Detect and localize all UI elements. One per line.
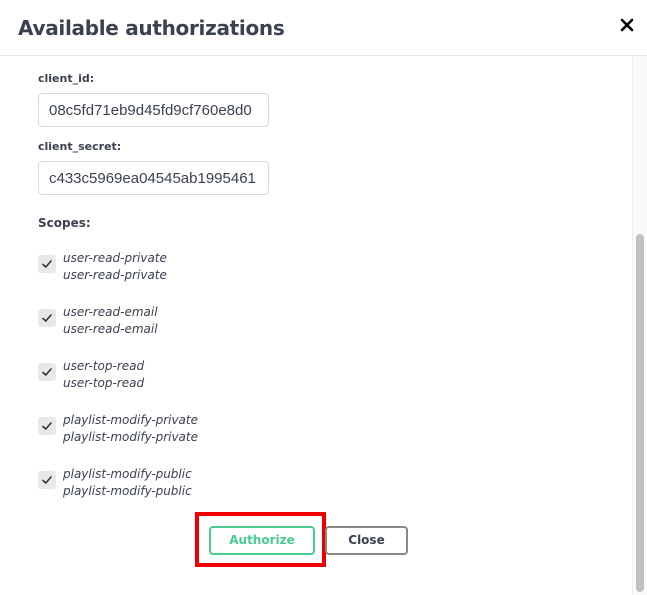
scope-description: user-read-email (63, 322, 158, 336)
scope-item: user-top-read user-top-read (38, 359, 338, 399)
client-secret-input[interactable] (38, 161, 269, 195)
scope-item: playlist-modify-private playlist-modify-… (38, 413, 338, 453)
scope-checkbox[interactable] (38, 309, 56, 327)
scope-item: playlist-modify-public playlist-modify-p… (38, 467, 338, 507)
close-button[interactable]: Close (325, 526, 408, 555)
scope-name: playlist-modify-public (63, 467, 192, 481)
client-secret-label: client_secret: (38, 140, 122, 153)
scope-description: user-read-private (63, 268, 167, 282)
scope-name: user-read-private (63, 251, 167, 265)
scope-checkbox[interactable] (38, 255, 56, 273)
scope-description: user-top-read (63, 376, 145, 390)
client-id-input[interactable] (38, 93, 269, 127)
client-id-label: client_id: (38, 72, 95, 85)
scope-checkbox[interactable] (38, 363, 56, 381)
scope-name: user-top-read (63, 359, 145, 373)
scope-name: user-read-email (63, 305, 158, 319)
scope-description: playlist-modify-private (63, 430, 198, 444)
check-icon (42, 476, 52, 485)
scope-item: user-read-private user-read-private (38, 251, 338, 291)
scope-item: user-read-email user-read-email (38, 305, 338, 345)
scopes-title: Scopes: (38, 216, 91, 230)
scope-description: playlist-modify-public (63, 484, 192, 498)
check-icon (42, 422, 52, 431)
dialog-header: Available authorizations (0, 0, 647, 56)
close-icon[interactable] (616, 14, 638, 36)
check-icon (42, 368, 52, 377)
authorize-button[interactable]: Authorize (209, 526, 315, 555)
check-icon (42, 260, 52, 269)
scope-checkbox[interactable] (38, 417, 56, 435)
dialog-body: client_id: client_secret: Scopes: user-r… (0, 56, 632, 595)
scope-checkbox[interactable] (38, 471, 56, 489)
check-icon (42, 314, 52, 323)
dialog-title: Available authorizations (18, 16, 285, 40)
scrollbar-thumb[interactable] (636, 234, 644, 592)
scope-name: playlist-modify-private (63, 413, 198, 427)
